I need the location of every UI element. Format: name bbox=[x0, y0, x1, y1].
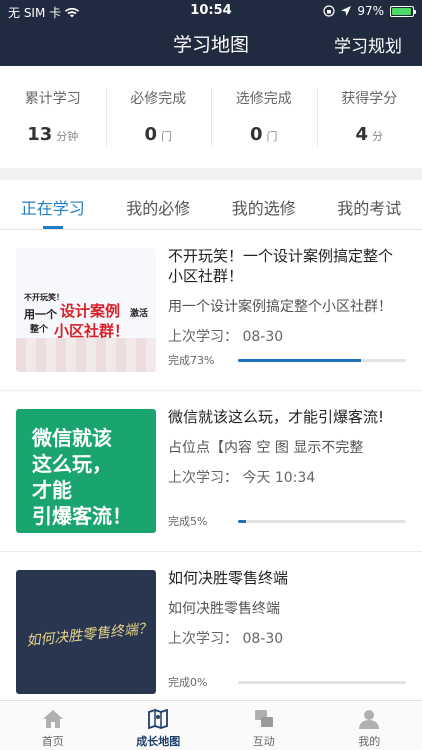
stat-value: 4 bbox=[355, 124, 369, 145]
stat-label: 获得学分 bbox=[341, 91, 398, 107]
map-icon bbox=[148, 708, 169, 730]
progress-row: 完成5% bbox=[168, 513, 406, 529]
bottom-nav: 首页 成长地图 互动 我的 bbox=[0, 700, 422, 750]
course-title: 如何决胜零售终端 bbox=[168, 569, 289, 587]
progress-bar bbox=[238, 358, 406, 362]
progress-text: 完成5% bbox=[168, 515, 208, 528]
nav-interact[interactable]: 互动 bbox=[211, 701, 317, 750]
tab-exams[interactable]: 我的考试 bbox=[317, 180, 422, 229]
stat-required-done: 必修完成 0门 bbox=[105, 66, 212, 168]
home-icon bbox=[42, 710, 63, 728]
progress-text: 完成73% bbox=[168, 354, 215, 367]
stat-unit: 门 bbox=[161, 130, 173, 143]
course-thumbnail: 如何决胜零售终端？ bbox=[16, 570, 156, 694]
progress-row: 完成0% bbox=[168, 674, 406, 690]
nav-growth-map[interactable]: 成长地图 bbox=[106, 701, 212, 750]
interact-icon bbox=[254, 710, 273, 727]
battery-icon bbox=[390, 5, 416, 17]
profile-icon bbox=[359, 710, 380, 729]
stat-label: 累计学习 bbox=[24, 91, 81, 107]
location-icon bbox=[341, 6, 352, 16]
course-desc: 占位点【内容 空 图 显示不完整 bbox=[168, 440, 364, 456]
stat-unit: 分 bbox=[372, 130, 384, 143]
course-item[interactable]: 微信就该 这么玩， 才能 引爆客流！ 微信就该这么玩，才能引爆客流! 占位点【内… bbox=[0, 391, 422, 552]
last-study-time: 上次学习： 08-30 bbox=[168, 329, 284, 345]
stat-elective-done: 选修完成 0门 bbox=[211, 66, 317, 168]
stat-credits: 获得学分 4分 bbox=[316, 66, 422, 168]
nav-label: 互动 bbox=[252, 735, 275, 748]
course-item[interactable]: 如何决胜零售终端？ 如何决胜零售终端 如何决胜零售终端 上次学习： 08-30 … bbox=[0, 552, 422, 700]
tab-elective[interactable]: 我的选修 bbox=[211, 180, 317, 229]
stat-unit: 分钟 bbox=[56, 130, 79, 143]
progress-bar bbox=[238, 519, 406, 523]
nav-label: 成长地图 bbox=[136, 735, 181, 748]
stats-panel: 累计学习 13 分钟 必修完成 0门 选修完成 0门 获得学分 4分 bbox=[0, 66, 422, 168]
progress-row: 完成73% bbox=[168, 352, 406, 368]
course-thumbnail: 不开玩笑！ 用一个 设计案例 激活 整个 小区社群！ bbox=[16, 248, 156, 372]
last-study-time: 上次学习： 今天 10:34 bbox=[168, 470, 316, 486]
nav-label: 我的 bbox=[358, 735, 381, 748]
stat-value: 13 bbox=[27, 124, 53, 145]
rotation-lock-icon bbox=[323, 5, 335, 17]
progress-bar bbox=[238, 680, 406, 684]
stat-value: 0 bbox=[144, 124, 158, 145]
status-bar: 无 SIM 卡 10:54 97% bbox=[0, 0, 422, 22]
course-title: 不开玩笑！一个设计案例搞定整个小区社群！ bbox=[168, 247, 394, 285]
course-desc: 用一个设计案例搞定整个小区社群！ bbox=[168, 299, 392, 315]
nav-label: 首页 bbox=[41, 735, 64, 748]
stat-label: 必修完成 bbox=[130, 91, 187, 107]
course-thumbnail: 微信就该 这么玩， 才能 引爆客流！ bbox=[16, 409, 156, 533]
stat-value: 0 bbox=[249, 124, 263, 145]
battery-percent: 97% bbox=[357, 4, 384, 18]
stat-unit: 门 bbox=[266, 130, 278, 143]
learning-plan-button[interactable]: 学习规划 bbox=[334, 32, 402, 57]
tab-required[interactable]: 我的必修 bbox=[106, 180, 212, 229]
last-study-time: 上次学习： 08-30 bbox=[168, 631, 284, 647]
nav-home[interactable]: 首页 bbox=[0, 701, 106, 750]
stat-total-study: 累计学习 13 分钟 bbox=[0, 66, 106, 168]
course-tabs: 正在学习 我的必修 我的选修 我的考试 bbox=[0, 180, 422, 230]
progress-text: 完成0% bbox=[168, 676, 208, 689]
top-bar: 无 SIM 卡 10:54 97% 学习地图 学习规划 bbox=[0, 0, 422, 66]
course-desc: 如何决胜零售终端 bbox=[168, 601, 280, 617]
stat-label: 选修完成 bbox=[235, 91, 292, 107]
course-list: 不开玩笑！ 用一个 设计案例 激活 整个 小区社群！ 不开玩笑！一个设计案例搞定… bbox=[0, 230, 422, 700]
course-title: 微信就该这么玩，才能引爆客流! bbox=[168, 408, 385, 426]
tab-studying[interactable]: 正在学习 bbox=[0, 180, 106, 229]
course-item[interactable]: 不开玩笑！ 用一个 设计案例 激活 整个 小区社群！ 不开玩笑！一个设计案例搞定… bbox=[0, 230, 422, 391]
nav-profile[interactable]: 我的 bbox=[317, 701, 422, 750]
